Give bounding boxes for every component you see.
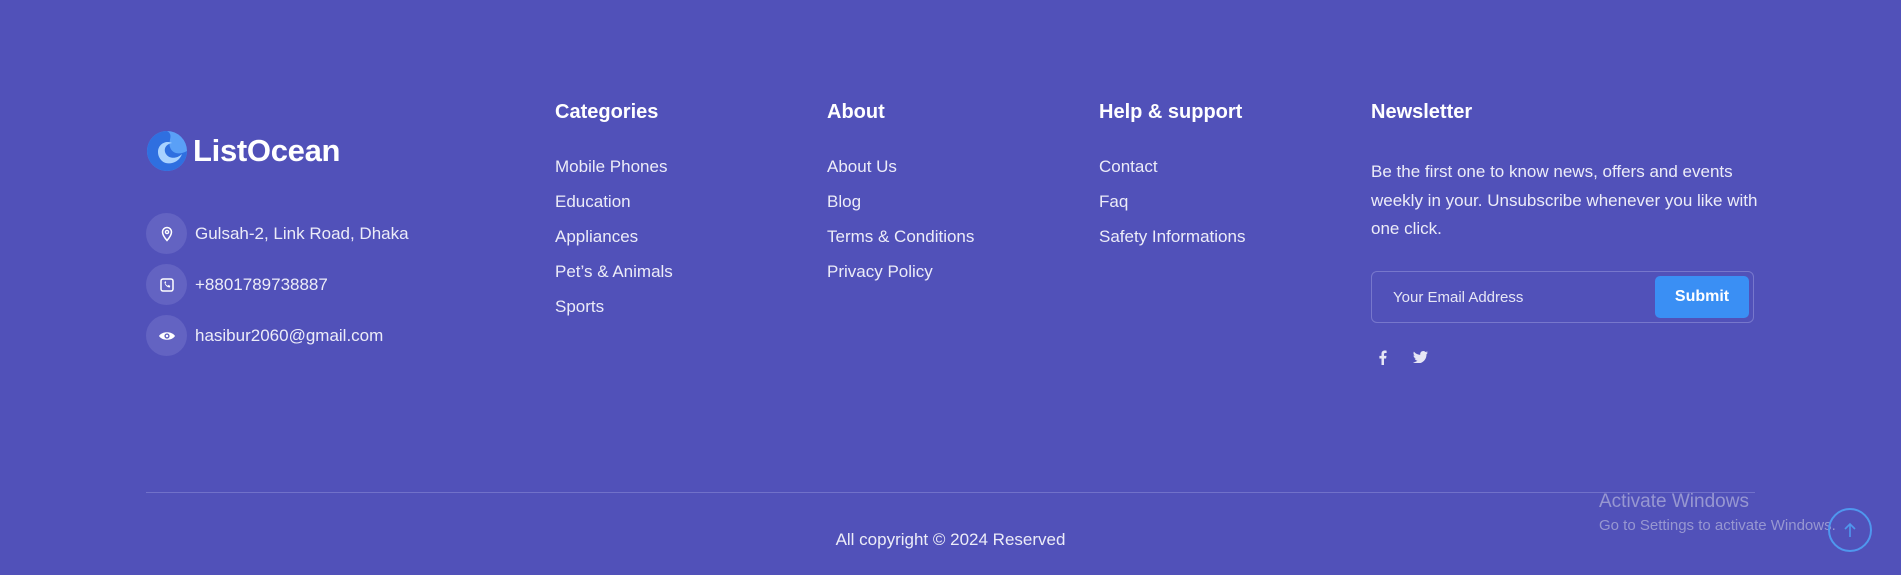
link-education[interactable]: Education: [555, 192, 673, 227]
newsletter-form: Submit: [1371, 271, 1754, 323]
link-about-us[interactable]: About Us: [827, 157, 974, 192]
twitter-icon: [1412, 351, 1428, 363]
link-mobile-phones[interactable]: Mobile Phones: [555, 157, 673, 192]
phone-text: +8801789738887: [195, 274, 328, 294]
watermark-title: Activate Windows: [1599, 491, 1749, 512]
address-text: Gulsah-2, Link Road, Dhaka: [195, 223, 409, 243]
brand-name: ListOcean: [193, 133, 341, 168]
link-faq[interactable]: Faq: [1099, 192, 1245, 227]
submit-button[interactable]: Submit: [1655, 276, 1749, 318]
about-title: About: [827, 101, 885, 123]
facebook-icon: [1378, 350, 1387, 365]
eye-icon: [146, 315, 187, 356]
contact-phone: +8801789738887: [146, 264, 328, 305]
link-terms-conditions[interactable]: Terms & Conditions: [827, 227, 974, 262]
newsletter-title: Newsletter: [1371, 101, 1473, 123]
wave-logo-icon: [147, 131, 187, 171]
contact-address: Gulsah-2, Link Road, Dhaka: [146, 213, 409, 254]
scroll-to-top-button[interactable]: [1828, 508, 1872, 552]
watermark-subtitle: Go to Settings to activate Windows.: [1599, 517, 1836, 534]
arrow-up-icon: [1844, 522, 1856, 537]
newsletter-description: Be the first one to know news, offers an…: [1371, 162, 1758, 238]
map-pin-icon: [146, 213, 187, 254]
link-pets-animals[interactable]: Pet’s & Animals: [555, 262, 673, 297]
link-sports[interactable]: Sports: [555, 297, 673, 332]
contact-email: hasibur2060@gmail.com: [146, 315, 383, 356]
activate-windows-watermark: Activate Windows Go to Settings to activ…: [1599, 491, 1836, 534]
link-appliances[interactable]: Appliances: [555, 227, 673, 262]
link-contact[interactable]: Contact: [1099, 157, 1245, 192]
facebook-link[interactable]: [1372, 347, 1392, 367]
help-column: Help & support Contact Faq Safety Inform…: [1099, 99, 1245, 262]
twitter-link[interactable]: [1410, 347, 1430, 367]
brand-logo-link[interactable]: ListOcean: [146, 130, 340, 172]
link-privacy-policy[interactable]: Privacy Policy: [827, 262, 974, 297]
help-title: Help & support: [1099, 101, 1243, 123]
about-column: About About Us Blog Terms & Conditions P…: [827, 99, 974, 297]
email-text: hasibur2060@gmail.com: [195, 325, 384, 345]
link-blog[interactable]: Blog: [827, 192, 974, 227]
newsletter-column: Newsletter Be the first one to know news…: [1371, 99, 1761, 244]
link-safety-informations[interactable]: Safety Informations: [1099, 227, 1245, 262]
email-input[interactable]: [1373, 273, 1643, 321]
phone-icon: [146, 264, 187, 305]
footer-divider: [146, 492, 1755, 493]
categories-column: Categories Mobile Phones Education Appli…: [555, 99, 673, 332]
categories-title: Categories: [555, 101, 659, 123]
